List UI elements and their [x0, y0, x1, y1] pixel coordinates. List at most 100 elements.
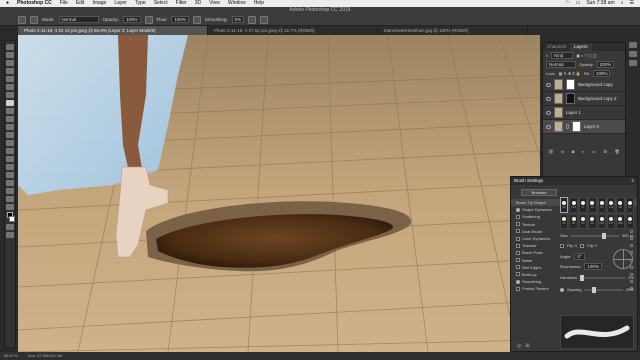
brush-preset-icon[interactable] [18, 15, 26, 24]
brush-tip-preset[interactable]: 60 [588, 213, 597, 229]
brush-tip-preset[interactable]: 25 [597, 197, 606, 213]
brush-tool-icon[interactable] [6, 100, 14, 106]
brush-tip-preset[interactable]: 100 [597, 213, 606, 229]
brush-tip-preset[interactable]: 30 [560, 197, 569, 213]
trash-icon[interactable]: 🗑 [615, 149, 620, 154]
menu-select[interactable]: Select [154, 0, 168, 7]
brush-option-checkbox[interactable] [516, 279, 520, 284]
brushes-button[interactable]: Brushes [521, 189, 557, 196]
layer-row[interactable]: Background copy 2 [543, 92, 625, 106]
filter-icons[interactable]: ▣ ◐ T ▢ ◫ [576, 53, 597, 58]
brush-option-checkbox[interactable] [516, 243, 520, 248]
brush-tip-preset[interactable]: 80 [625, 213, 634, 229]
smoothing-field[interactable]: 0% [231, 16, 245, 23]
visibility-eye-icon[interactable] [546, 110, 551, 115]
gradient-tool-icon[interactable] [6, 132, 14, 138]
roundness-field[interactable]: 100% [584, 263, 602, 270]
lasso-tool-icon[interactable] [6, 60, 14, 66]
document-canvas[interactable] [18, 35, 540, 352]
brush-tip-preset[interactable]: 10 [588, 197, 597, 213]
size-slider[interactable] [570, 232, 619, 239]
brush-tip-preset[interactable]: 60 [616, 197, 625, 213]
pressure-opacity-icon[interactable] [144, 15, 153, 24]
angle-field[interactable]: 0° [574, 253, 585, 260]
wifi-icon[interactable]: ◠ [565, 0, 569, 7]
screen-mode-icon[interactable] [6, 232, 14, 238]
hardness-slider[interactable] [580, 274, 626, 281]
tab-layers[interactable]: Layers [570, 43, 592, 51]
history-brush-tool-icon[interactable] [6, 116, 14, 122]
link-layers-icon[interactable]: ⛓ [548, 149, 553, 154]
pressure-size-icon[interactable] [260, 15, 269, 24]
size-value[interactable]: 300 px [622, 233, 634, 238]
brush-angle-widget[interactable] [613, 249, 633, 269]
brush-option-checkbox[interactable] [516, 229, 520, 234]
panel-menu-icon[interactable]: ≡ [631, 177, 634, 185]
opacity-field[interactable]: 100% [123, 16, 141, 23]
brush-tip-preset[interactable]: 123 [569, 197, 578, 213]
menu-filter[interactable]: Filter [176, 0, 187, 7]
tab-channels[interactable]: Channels [543, 43, 570, 51]
smoothing-settings-icon[interactable] [248, 15, 257, 24]
menu-3d[interactable]: 3D [195, 0, 201, 7]
doc-tab-active[interactable]: Photo 2-11-19, 4 51 14 pm.jpeg @ 66.9% (… [18, 26, 208, 35]
brush-tip-preset[interactable]: 50 [625, 197, 634, 213]
app-menu[interactable]: Photoshop CC [17, 0, 52, 7]
group-folder-icon[interactable]: ▭ [592, 149, 596, 154]
fx-icon[interactable]: fx [561, 149, 564, 154]
eyedropper-tool-icon[interactable] [6, 84, 14, 90]
menu-type[interactable]: Type [135, 0, 146, 7]
brush-option-checkbox[interactable] [516, 250, 520, 255]
brush-tip-preset[interactable]: 127 [606, 213, 616, 229]
brush-option-checkbox[interactable] [516, 222, 520, 227]
layer-mask-thumbnail[interactable] [572, 121, 581, 132]
brush-panel-toggle-icon[interactable] [30, 15, 38, 24]
toggle-live-tip-icon[interactable]: ◎ [517, 343, 521, 349]
dodge-tool-icon[interactable] [6, 148, 14, 154]
spacing-checkbox[interactable] [560, 287, 564, 292]
shape-tool-icon[interactable] [6, 180, 14, 186]
brush-option-checkbox[interactable] [516, 258, 520, 263]
fill-field[interactable]: 100% [592, 70, 611, 77]
hardness-value[interactable]: 0% [628, 275, 634, 280]
link-chain-icon[interactable] [566, 124, 569, 129]
menu-edit[interactable]: Edit [76, 0, 85, 7]
marquee-tool-icon[interactable] [6, 52, 14, 58]
brush-option-checkbox[interactable] [516, 286, 520, 291]
menu-help[interactable]: Help [254, 0, 264, 7]
kind-filter-select[interactable]: Kind [551, 52, 574, 59]
visibility-eye-icon[interactable] [546, 82, 551, 87]
move-tool-icon[interactable] [6, 44, 14, 50]
brush-tip-preset[interactable]: 8 [578, 197, 588, 213]
type-tool-icon[interactable] [6, 164, 14, 170]
layer-row[interactable]: Background copy [543, 78, 625, 92]
quick-select-tool-icon[interactable] [6, 68, 14, 74]
zoom-tool-icon[interactable] [6, 196, 14, 202]
healing-brush-tool-icon[interactable] [6, 92, 14, 98]
brush-tip-preset[interactable]: 25 [560, 213, 569, 229]
lock-icon[interactable] [630, 265, 633, 269]
notification-center-icon[interactable]: ☰ [630, 0, 634, 7]
blur-tool-icon[interactable] [6, 140, 14, 146]
properties-icon[interactable] [629, 42, 637, 48]
visibility-eye-icon[interactable] [546, 124, 551, 129]
eraser-tool-icon[interactable] [6, 124, 14, 130]
layer-opacity-field[interactable]: 100% [596, 61, 615, 68]
brush-option-checkbox[interactable] [516, 207, 520, 212]
clone-stamp-tool-icon[interactable] [6, 108, 14, 114]
lock-icons[interactable]: ▦ ✎ ✥ ⌗ 🔒 [559, 71, 581, 76]
flow-field[interactable]: 100% [171, 16, 189, 23]
doc-size-readout[interactable]: Doc: 47.5M/119.4M [28, 352, 63, 360]
brush-option-checkbox[interactable] [516, 272, 520, 277]
brush-option-checkbox[interactable] [516, 214, 520, 219]
brush-option-checkbox[interactable] [516, 236, 520, 241]
brush-tip-preset[interactable]: 112 [606, 197, 616, 213]
new-layer-icon[interactable]: ⊞ [604, 149, 607, 154]
menu-image[interactable]: Image [92, 0, 106, 7]
menu-view[interactable]: View [209, 0, 220, 7]
flip-x-checkbox[interactable] [560, 243, 564, 248]
apple-menu-icon[interactable]: ● [6, 0, 9, 7]
layer-row-selected[interactable]: Layer 2 [543, 120, 625, 134]
spotlight-icon[interactable]: ⌕ [621, 0, 624, 7]
layer-row[interactable]: Layer 1 [543, 106, 625, 120]
